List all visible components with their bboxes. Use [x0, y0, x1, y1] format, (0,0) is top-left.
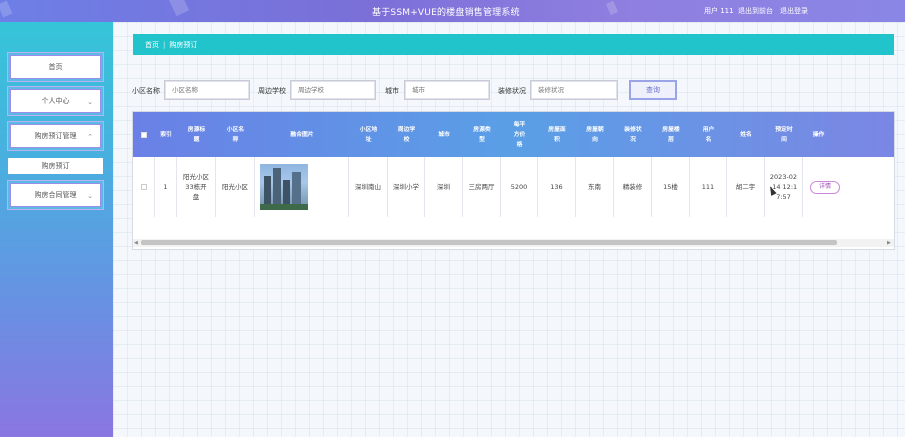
cell-decoration: 精装修: [614, 157, 652, 217]
cell-floor: 15楼: [652, 157, 690, 217]
scroll-thumb[interactable]: [141, 240, 837, 245]
chevron-up-icon: ⌃: [87, 133, 93, 141]
table-body: 1 阳光小区33栋开盘 阳光小区 深圳南山 深圳小学 深圳 三房两厅 5200 …: [133, 157, 894, 217]
booking-table: 索引 房源标题 小区名称 融合图片 小区地址 周边学校 城市 房源类型 每平方价…: [132, 111, 895, 250]
building-photo: [260, 164, 308, 210]
cell-name: 胡二宇: [727, 157, 765, 217]
col-username: 用户名: [702, 126, 715, 143]
col-area: 房屋面积: [548, 126, 566, 143]
row-checkbox[interactable]: [133, 157, 155, 217]
cell-address: 深圳南山: [349, 157, 388, 217]
sidebar-item-booking-manage[interactable]: 购房预订管理 ⌃: [10, 124, 101, 148]
search-bar: 小区名称 周边学校 城市 装修状况 查询: [113, 80, 905, 102]
search-label-decoration: 装修状况: [498, 87, 526, 95]
chevron-down-icon: ⌄: [87, 98, 93, 106]
cell-index: 1: [155, 157, 177, 217]
decor-shape: [168, 0, 190, 17]
breadcrumb-home[interactable]: 首页: [145, 40, 159, 50]
scroll-left-icon[interactable]: ◀: [134, 239, 138, 247]
col-city: 城市: [438, 131, 450, 138]
breadcrumb-separator: |: [163, 40, 166, 49]
cell-type: 三房两厅: [463, 157, 501, 217]
app-title: 基于SSM+VUE的楼盘销售管理系统: [372, 8, 520, 18]
col-school: 周边学校: [397, 126, 416, 143]
sidebar-item-label: 购房预订管理: [34, 132, 77, 140]
cell-username: 111: [690, 157, 727, 217]
to-frontend-link[interactable]: 退出到前台: [738, 6, 773, 16]
user-label: 用户 111: [704, 7, 734, 15]
cell-orientation: 东南: [576, 157, 614, 217]
sidebar-item-profile[interactable]: 个人中心 ⌄: [10, 89, 101, 113]
sidebar-subitem-booking[interactable]: 购房预订: [8, 158, 103, 174]
sidebar-item-home[interactable]: 首页: [10, 55, 101, 79]
search-label-community: 小区名称: [132, 87, 160, 95]
decor-shape: [0, 0, 13, 18]
city-input[interactable]: [404, 80, 490, 100]
col-time: 预定时间: [775, 126, 793, 143]
cell-area: 136: [538, 157, 576, 217]
decoration-input[interactable]: [530, 80, 618, 100]
cell-school: 深圳小学: [388, 157, 425, 217]
sidebar-item-label: 购房合同管理: [34, 191, 77, 199]
sidebar-item-label: 首页: [48, 63, 63, 71]
chevron-down-icon: ⌄: [87, 192, 93, 200]
col-decoration: 装修状况: [624, 126, 642, 143]
col-community: 小区名称: [226, 126, 245, 143]
sidebar-subitem-label: 购房预订: [41, 162, 70, 170]
col-price: 每平方价格: [513, 121, 526, 148]
col-type: 房源类型: [473, 126, 491, 143]
sidebar-item-contract-manage[interactable]: 购房合同管理 ⌄: [10, 183, 101, 207]
search-label-city: 城市: [385, 87, 399, 95]
col-index: 索引: [160, 131, 172, 138]
col-action: 操作: [812, 131, 825, 138]
cell-title: 阳光小区33栋开盘: [177, 157, 216, 217]
cell-price: 5200: [501, 157, 538, 217]
search-label-school: 周边学校: [258, 87, 286, 95]
col-title: 房源标题: [187, 126, 206, 143]
scroll-right-icon[interactable]: ▶: [887, 239, 891, 247]
sidebar-item-label: 个人中心: [41, 97, 70, 105]
decor-shape: [605, 0, 619, 16]
col-orientation: 房屋朝向: [586, 126, 604, 143]
school-input[interactable]: [290, 80, 376, 100]
cell-community: 阳光小区: [216, 157, 255, 217]
breadcrumb: 首页 | 购房预订: [133, 34, 894, 55]
table-header: 索引 房源标题 小区名称 融合图片 小区地址 周边学校 城市 房源类型 每平方价…: [133, 112, 894, 157]
top-bar: 基于SSM+VUE的楼盘销售管理系统 用户 111 退出到前台 退出登录: [0, 0, 905, 22]
search-button[interactable]: 查询: [629, 80, 677, 100]
col-address: 小区地址: [359, 126, 378, 143]
cell-action: 详情: [803, 157, 894, 217]
cell-image: [255, 157, 349, 217]
select-all-checkbox[interactable]: [133, 112, 155, 157]
horizontal-scrollbar[interactable]: ◀ ▶: [133, 239, 894, 247]
sidebar: 首页 个人中心 ⌄ 购房预订管理 ⌃ 购房预订 购房合同管理 ⌄: [0, 22, 113, 437]
col-image: 融合图片: [290, 131, 314, 138]
detail-button[interactable]: 详情: [810, 180, 840, 194]
col-floor: 房屋楼层: [662, 126, 680, 143]
col-name: 姓名: [740, 131, 752, 138]
breadcrumb-current: 购房预订: [169, 40, 198, 49]
logout-link[interactable]: 退出登录: [780, 6, 808, 16]
community-input[interactable]: [164, 80, 250, 100]
cell-city: 深圳: [425, 157, 463, 217]
main-content: 首页 | 购房预订 小区名称 周边学校 城市 装修状况 查询 索引 房源标题 小…: [113, 22, 905, 437]
